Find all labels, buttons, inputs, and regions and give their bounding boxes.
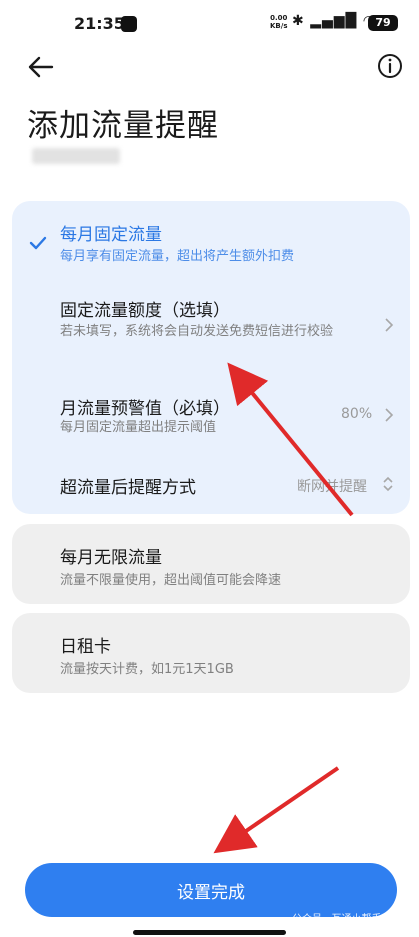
warning-desc: 每月固定流量超出提示阈值 bbox=[60, 420, 217, 435]
option-unlimited-monthly[interactable]: 每月无限流量 流量不限量使用，超出阈值可能会降速 bbox=[12, 524, 410, 604]
reminder-value: 断网并提醒 bbox=[297, 479, 367, 495]
warning-title: 月流量预警值（必填） bbox=[60, 399, 230, 419]
page-title: 添加流量提醒 bbox=[27, 108, 219, 144]
network-speed-value: 0.00 bbox=[270, 14, 288, 22]
watermark: 公众号 · 互通小帮手 bbox=[292, 914, 382, 925]
option-unlimited-title: 每月无限流量 bbox=[60, 548, 162, 568]
info-button[interactable] bbox=[376, 52, 404, 80]
signal-icon: ▂▄▆█ bbox=[310, 13, 358, 29]
option-daily-title: 日租卡 bbox=[60, 637, 111, 657]
quota-desc: 若未填写，系统将会自动发送免费短信进行校验 bbox=[60, 324, 334, 339]
back-button[interactable] bbox=[24, 50, 58, 84]
option-unlimited-desc: 流量不限量使用，超出阈值可能会降速 bbox=[60, 573, 282, 588]
option-fixed-title: 每月固定流量 bbox=[60, 225, 162, 245]
bluetooth-icon: ✱ bbox=[292, 13, 305, 29]
option-daily-desc: 流量按天计费，如1元1天1GB bbox=[60, 662, 234, 677]
option-fixed-desc: 每月享有固定流量，超出将产生额外扣费 bbox=[60, 249, 295, 264]
reminder-title: 超流量后提醒方式 bbox=[60, 478, 196, 498]
quota-title: 固定流量额度（选填） bbox=[60, 301, 230, 321]
battery-icon: 79 bbox=[368, 15, 398, 31]
redacted-phone-number bbox=[32, 148, 120, 164]
bluetooth-signal-wifi-icons: ✱ ▂▄▆█ ◠ bbox=[292, 13, 376, 29]
status-time: 21:35 bbox=[74, 14, 125, 33]
setup-complete-button[interactable]: 设置完成 bbox=[25, 863, 397, 917]
chevron-updown-icon bbox=[383, 476, 393, 492]
chevron-right-icon bbox=[385, 318, 394, 332]
home-indicator[interactable] bbox=[133, 930, 286, 935]
chevron-right-icon bbox=[385, 408, 394, 422]
info-icon bbox=[378, 54, 402, 78]
option-fixed-monthly[interactable]: 每月固定流量 每月享有固定流量，超出将产生额外扣费 固定流量额度（选填） 若未填… bbox=[12, 201, 410, 514]
network-speed-unit: KB/s bbox=[270, 22, 288, 30]
warning-value: 80% bbox=[341, 406, 373, 422]
option-daily-card[interactable]: 日租卡 流量按天计费，如1元1天1GB bbox=[12, 613, 410, 693]
status-bar: 21:35 0.00 KB/s ✱ ▂▄▆█ ◠ 79 bbox=[0, 0, 419, 50]
reminder-row[interactable]: 超流量后提醒方式 断网并提醒 bbox=[12, 473, 410, 503]
tiktok-notification-icon bbox=[121, 16, 137, 32]
check-icon bbox=[29, 236, 47, 250]
back-arrow-icon bbox=[28, 56, 54, 78]
quota-row[interactable]: 固定流量额度（选填） 若未填写，系统将会自动发送免费短信进行校验 bbox=[12, 296, 410, 366]
warning-row[interactable]: 月流量预警值（必填） 每月固定流量超出提示阈值 80% bbox=[12, 394, 410, 444]
network-speed: 0.00 KB/s bbox=[270, 14, 287, 30]
arrow-to-button bbox=[213, 766, 340, 854]
